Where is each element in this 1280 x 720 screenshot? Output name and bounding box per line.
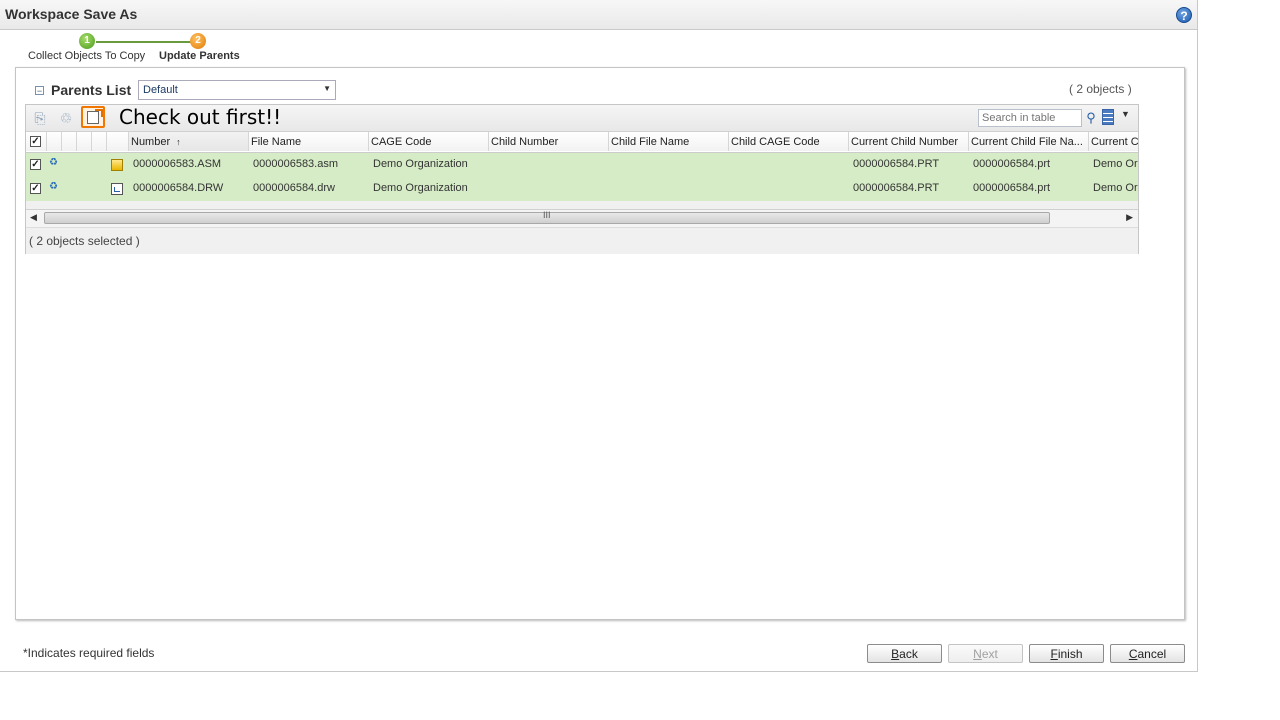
cell-child-file-name [611, 177, 729, 201]
table-toolbar: ⎘ ♲ Check out first!! ⚲ ▼ [26, 105, 1138, 132]
scrollbar-thumb[interactable]: III [44, 210, 1050, 224]
column-header-number[interactable]: Number ↑ [129, 132, 249, 151]
cell-child-cage-code [731, 177, 849, 201]
column-header-current-child-file-name[interactable]: Current Child File Na... [969, 132, 1089, 151]
step-2-current-icon: 2 [190, 33, 206, 49]
grip-icon: III [543, 210, 551, 220]
cell-child-number [491, 177, 609, 201]
check-out-annotation: Check out first!! [119, 105, 282, 129]
select-all-checkbox[interactable]: ✓ [30, 136, 41, 147]
cell-child-cage-code [731, 153, 849, 177]
object-count: ( 2 objects ) [1069, 82, 1132, 96]
cell-current-child-file-name: 0000006584.prt [973, 158, 1051, 170]
title-bar: Workspace Save As ? [0, 0, 1197, 30]
next-button[interactable]: Next [948, 644, 1023, 663]
back-button[interactable]: Back [867, 644, 942, 663]
column-header-child-cage-code[interactable]: Child CAGE Code [729, 132, 849, 151]
table-header: ✓ Number ↑ File Name CAGE Code Child Numb… [26, 132, 1138, 153]
view-select[interactable]: Default ▼ [138, 80, 336, 100]
window-title: Workspace Save As [5, 6, 138, 22]
cell-cage-code: Demo Organization [373, 182, 468, 194]
status-column-header[interactable] [77, 132, 92, 151]
recycle-icon: ♻ [49, 181, 58, 192]
sort-ascending-icon: ↑ [176, 137, 181, 147]
finish-button[interactable]: Finish [1029, 644, 1104, 663]
status-column-header[interactable] [92, 132, 107, 151]
collapse-icon[interactable]: − [35, 86, 44, 96]
column-label: Number [131, 136, 171, 148]
table-row[interactable]: ✓ ♻ 0000006583.ASM 0000006583.asm Demo O… [26, 153, 1138, 177]
parents-table: ⎘ ♲ Check out first!! ⚲ ▼ ✓ [25, 104, 1139, 254]
column-header-file-name[interactable]: File Name [249, 132, 369, 151]
step-2-label: Update Parents [159, 50, 240, 62]
help-icon[interactable]: ? [1176, 7, 1192, 23]
selection-status: ( 2 objects selected ) [29, 234, 140, 248]
table-footer: ( 2 objects selected ) [26, 227, 1138, 254]
row-checkbox[interactable]: ✓ [30, 159, 41, 170]
required-fields-note: *Indicates required fields [23, 646, 155, 660]
type-column-header[interactable] [107, 132, 129, 151]
column-header-child-number[interactable]: Child Number [489, 132, 609, 151]
column-header-child-file-name[interactable]: Child File Name [609, 132, 729, 151]
cancel-button[interactable]: Cancel [1110, 644, 1185, 663]
cell-current-c: Demo Or [1093, 158, 1138, 170]
cell-file-name: 0000006583.asm [253, 158, 339, 170]
column-settings-icon[interactable] [1102, 109, 1114, 125]
dropdown-arrow-icon: ▼ [323, 84, 331, 93]
cell-current-child-file-name: 0000006584.prt [973, 182, 1051, 194]
row-checkbox[interactable]: ✓ [30, 183, 41, 194]
view-select-value: Default [143, 84, 178, 96]
cell-child-file-name [611, 153, 729, 177]
copy-objects-icon[interactable]: ⎘ [32, 110, 48, 126]
cell-file-name: 0000006584.drw [253, 182, 335, 194]
step-connector [96, 41, 200, 43]
status-column-header[interactable] [62, 132, 77, 151]
cell-current-c: Demo Or [1093, 182, 1138, 194]
column-header-cage-code[interactable]: CAGE Code [369, 132, 489, 151]
cell-current-child-number: 0000006584.PRT [853, 182, 940, 194]
horizontal-scrollbar[interactable]: ◀ III ▶ [26, 209, 1138, 227]
table-row[interactable]: ✓ ♻ 0000006584.DRW 0000006584.drw Demo O… [26, 177, 1138, 201]
revise-icon[interactable]: ♲ [58, 110, 74, 126]
status-column-header[interactable] [47, 132, 62, 151]
cell-number[interactable]: 0000006583.ASM [131, 153, 249, 177]
assembly-icon [111, 159, 123, 171]
search-input[interactable] [979, 110, 1083, 126]
step-1-complete-icon[interactable]: 1 [79, 33, 95, 49]
workspace-save-as-window: Workspace Save As ? 1 2 Collect Objects … [0, 0, 1198, 672]
parents-list-panel: − Parents List Default ▼ ( 2 objects ) ⎘… [15, 67, 1185, 620]
panel-title: Parents List [51, 82, 132, 98]
check-out-icon[interactable] [81, 106, 105, 128]
wizard-steps: 1 2 Collect Objects To Copy Update Paren… [0, 30, 400, 66]
column-header-current-child-number[interactable]: Current Child Number [849, 132, 969, 151]
drawing-icon [111, 183, 123, 195]
select-all-header: ✓ [26, 132, 47, 151]
cell-current-child-number: 0000006584.PRT [853, 158, 940, 170]
cell-number[interactable]: 0000006584.DRW [131, 177, 249, 201]
scroll-left-icon[interactable]: ◀ [30, 212, 37, 223]
cell-cage-code: Demo Organization [373, 158, 468, 170]
cell-child-number [491, 153, 609, 177]
step-1-label[interactable]: Collect Objects To Copy [28, 50, 145, 62]
column-header-current-c[interactable]: Current C [1089, 132, 1138, 151]
search-box[interactable] [978, 109, 1083, 127]
chevron-down-icon[interactable]: ▼ [1121, 109, 1130, 119]
search-icon[interactable]: ⚲ [1083, 109, 1099, 126]
recycle-icon: ♻ [49, 157, 58, 168]
scroll-right-icon[interactable]: ▶ [1126, 212, 1133, 223]
